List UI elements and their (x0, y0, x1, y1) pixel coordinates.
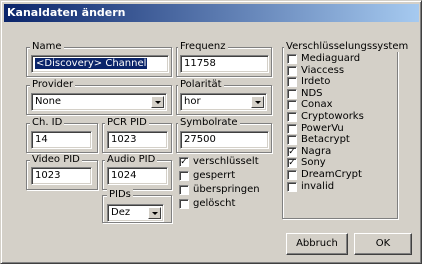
frequenz-label: Frequenz (178, 41, 228, 52)
encryption-label: Verschlüsselungssystem (284, 41, 411, 52)
encryption-checkbox[interactable] (287, 170, 297, 180)
cancel-button[interactable]: Abbruch (286, 233, 348, 255)
polaritaet-label: Polarität (178, 79, 224, 90)
frequenz-input[interactable]: 11758 (180, 55, 269, 73)
geloescht-checkbox[interactable] (179, 199, 189, 209)
encryption-checkbox[interactable] (287, 77, 297, 88)
gesperrt-label: gesperrt (193, 170, 236, 181)
pcr-pid-input[interactable]: 1023 (107, 131, 168, 149)
provider-select[interactable]: None (31, 93, 167, 111)
provider-value: None (35, 96, 62, 107)
chevron-down-icon[interactable] (148, 207, 161, 219)
encryption-item-label: Conax (301, 99, 333, 111)
provider-label: Provider (30, 79, 76, 90)
encryption-checkbox[interactable] (287, 135, 297, 146)
window-title: Kanaldaten ändern (7, 6, 126, 19)
polaritaet-value: hor (184, 96, 201, 107)
gesperrt-checkbox[interactable] (179, 171, 189, 181)
encryption-checkbox[interactable] (287, 112, 297, 122)
encryption-item-label: Betacrypt (301, 134, 350, 146)
ueberspringen-label: überspringen (193, 184, 260, 195)
pids-value: Dez (111, 207, 131, 218)
encryption-checkbox[interactable] (287, 100, 297, 111)
encryption-checkbox[interactable] (287, 65, 297, 76)
ueberspringen-checkbox[interactable] (179, 185, 189, 195)
dialog-window: Kanaldaten ändern Name <Discovery> Chann… (0, 0, 422, 264)
geloescht-label: gelöscht (193, 198, 236, 209)
ok-button[interactable]: OK (354, 233, 412, 255)
pids-select[interactable]: Dez (107, 204, 164, 222)
encryption-item-label: invalid (301, 180, 335, 192)
encryption-item-label: NDS (301, 87, 323, 99)
encryption-checkbox[interactable] (287, 88, 297, 99)
chevron-down-icon[interactable] (151, 96, 164, 108)
encryption-checkbox[interactable] (287, 123, 297, 134)
ch-id-input[interactable]: 14 (31, 131, 92, 149)
encryption-item-label: Mediaguard (301, 53, 361, 64)
encryption-checkbox[interactable]: ✓ (287, 146, 297, 157)
symbolrate-input[interactable]: 27500 (180, 131, 269, 149)
verschluesselt-label: verschlüsselt (193, 156, 259, 167)
name-label: Name (30, 41, 64, 52)
audio-pid-input[interactable]: 1024 (107, 167, 168, 185)
pids-label: PIDs (107, 189, 133, 200)
encryption-item-label: Cryptoworks (301, 111, 364, 122)
encryption-item-label: DreamCrypt (301, 169, 362, 180)
pcr-pid-label: PCR PID (105, 117, 149, 128)
encryption-checkbox[interactable] (287, 54, 297, 64)
verschluesselt-checkbox[interactable]: ✓ (179, 157, 189, 167)
polaritaet-select[interactable]: hor (180, 93, 267, 111)
encryption-item-label: Irdeto (301, 76, 331, 88)
title-bar[interactable]: Kanaldaten ändern (4, 4, 419, 22)
ch-id-label: Ch. ID (30, 117, 65, 128)
name-input[interactable]: <Discovery> Channel (31, 55, 169, 73)
chevron-down-icon[interactable] (251, 96, 264, 108)
encryption-checkbox[interactable] (287, 181, 297, 192)
encryption-checkbox[interactable]: ✓ (287, 158, 297, 169)
encryption-item-label: Sony (301, 157, 326, 169)
encryption-item-label: Viaccess (301, 64, 345, 76)
name-value: <Discovery> Channel (33, 57, 149, 70)
video-pid-input[interactable]: 1023 (31, 167, 92, 185)
audio-pid-label: Audio PID (105, 154, 158, 165)
encryption-item-label: Nagra (301, 145, 332, 157)
encryption-item-label: PowerVu (301, 122, 344, 134)
symbolrate-label: Symbolrate (178, 117, 240, 128)
video-pid-label: Video PID (30, 154, 82, 165)
